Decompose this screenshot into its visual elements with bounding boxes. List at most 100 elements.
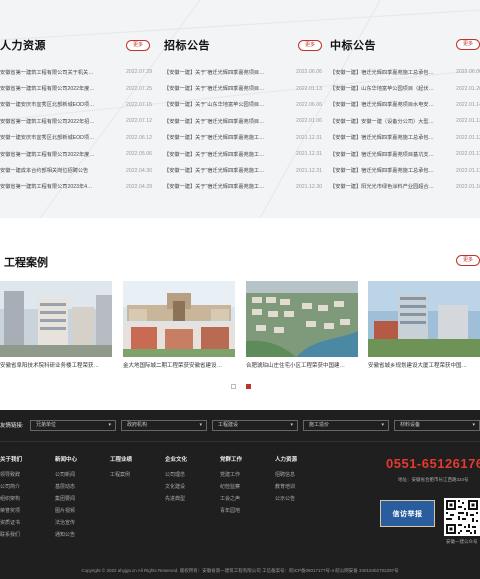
list-item[interactable]: 安徽省第一建筑工程有限公司关于机关… 2022.07.29 <box>0 64 152 80</box>
case-card[interactable]: 安徽省城乡规划建设大厦工程荣获中国… <box>368 281 480 377</box>
footer-link[interactable]: 公司简介 <box>0 483 22 495</box>
news-title: 【安徽一建】宿迁光辉四季嘉苑施工总承包… <box>330 135 434 142</box>
footer-link[interactable]: 通知公告 <box>55 531 77 543</box>
footer-link[interactable]: 图片视频 <box>55 507 77 519</box>
news-title: 安徽省第一建筑工程有限公司2022年招… <box>0 118 95 125</box>
list-item[interactable]: 安徽省第一建筑工程有限公司2023年4… 2022.04.29 <box>0 179 152 195</box>
case-photo[interactable] <box>0 281 112 357</box>
list-item[interactable]: 【安徽一建】关于“宿迁光辉四季嘉苑施工… 2021.12.31 <box>164 162 322 178</box>
pagination-dot-active[interactable] <box>246 384 251 389</box>
footer-column-projects: 工程业绩 工程案例 <box>110 455 132 483</box>
news-date: 2021.12.31 <box>296 134 322 141</box>
list-item[interactable]: 【安徽一建】山东华地富苹公园项目（起伏… 2022.01.26 <box>330 80 480 96</box>
case-caption[interactable]: 安徽省阜阳技术院科研业务楼工程荣获… <box>0 361 116 369</box>
news-date: 2022.07.15 <box>126 101 152 108</box>
list-item[interactable]: 安徽省第一建筑工程有限公司2022年度… 2022.07.25 <box>0 80 152 96</box>
case-caption[interactable]: 安徽省城乡规划建设大厦工程荣获中国… <box>368 361 480 369</box>
more-button[interactable]: 更多 <box>297 39 322 51</box>
footer-link[interactable]: 纪检监察 <box>220 483 242 495</box>
list-item[interactable]: 安徽省第一建筑工程有限公司2022年招… 2022.07.12 <box>0 113 152 129</box>
footer-column-title[interactable]: 关于我们 <box>0 455 22 463</box>
chevron-down-icon: ▾ <box>290 422 293 428</box>
footer-link[interactable]: 公司新闻 <box>55 471 77 483</box>
more-button[interactable]: 更多 <box>125 39 150 51</box>
pagination-dot[interactable] <box>231 384 236 389</box>
case-caption[interactable]: 合肥琥珀山庄住宅小区工程荣获中国建… <box>246 361 362 369</box>
footer-column-title[interactable]: 企业文化 <box>165 455 187 463</box>
news-date: 2022.01.14 <box>456 101 480 108</box>
friend-link-select[interactable]: 政府机构 ▾ <box>121 420 207 431</box>
list-item[interactable]: 【安徽一建】宿迁光辉四季嘉苑项目基坑支… 2022.01.11 <box>330 146 480 162</box>
list-item[interactable]: 【安徽一建】安徽一建（设备分公司）大型… 2022.01.13 <box>330 113 480 129</box>
list-item[interactable]: 安徽一建安庆市宜秀区北部新城EOD项… 2022.06.12 <box>0 130 152 146</box>
friend-link-select[interactable]: 兄弟单位 ▾ <box>30 420 116 431</box>
footer-link[interactable]: 文化建设 <box>165 483 187 495</box>
more-button[interactable]: 更多 <box>456 39 480 50</box>
case-card[interactable]: 合肥琥珀山庄住宅小区工程荣获中国建… <box>246 281 358 377</box>
footer-link[interactable]: 联系我们 <box>0 531 22 543</box>
case-card[interactable]: 金大地国际城二期工程荣获安徽省建设… <box>123 281 235 377</box>
list-item[interactable]: 【安徽一建】宿迁光辉四季嘉苑施工总承包… 2022.06.06 <box>330 64 480 80</box>
footer-link[interactable]: 教育培训 <box>275 483 297 495</box>
friend-links-label: 友情链接: <box>0 423 24 429</box>
case-carousel: 安徽省阜阳技术院科研业务楼工程荣获… 金大地国际城二期工程荣获安徽省建设… 合肥… <box>0 281 480 377</box>
list-item[interactable]: 安徽一建安庆市宜秀区北部新城EOD项… 2022.07.15 <box>0 97 152 113</box>
list-item[interactable]: 【安徽一建】阳光光市绿色涂料产业园超合… 2022.01.10 <box>330 179 480 195</box>
news-date: 2022.01.12 <box>456 134 480 141</box>
list-item[interactable]: 【安徽一建】关于“宿迁光辉四季嘉苑项目… 2022.06.06 <box>164 64 322 80</box>
chevron-down-icon: ▾ <box>199 422 202 428</box>
list-item[interactable]: 【安徽一建】宿迁光辉四季嘉苑施工总承包… 2022.01.12 <box>330 130 480 146</box>
case-photo[interactable] <box>123 281 235 357</box>
footer-link[interactable]: 公司理念 <box>165 471 187 483</box>
friend-link-select[interactable]: 材料设备 ▾ <box>394 420 480 431</box>
footer-link[interactable]: 资质证书 <box>0 519 22 531</box>
case-caption[interactable]: 金大地国际城二期工程荣获安徽省建设… <box>123 361 239 369</box>
site-footer: 友情链接: 兄弟单位 ▾ 政府机构 ▾ 工程建设 ▾ 施工造价 ▾ 材料设备 ▾ 关于我们… <box>0 410 480 579</box>
list-item[interactable]: 【安徽一建】关于“宿迁光辉四季嘉苑施工… 2021.12.31 <box>164 146 322 162</box>
qr-code-icon <box>444 498 480 536</box>
list-item[interactable]: 安徽省第一建筑工程有限公司2022年度… 2022.05.06 <box>0 146 152 162</box>
list-item[interactable]: 【安徽一建】宿迁光辉四季嘉苑施工总承包… 2022.01.11 <box>330 162 480 178</box>
footer-link[interactable]: 青年园地 <box>220 507 242 519</box>
list-item[interactable]: 【安徽一建】关于“宿迁光辉四季嘉苑施工… 2021.12.30 <box>164 179 322 195</box>
list-item[interactable]: 【安徽一建】关于“宿迁光辉四季嘉苑施工… 2021.12.31 <box>164 130 322 146</box>
footer-link[interactable]: 领导致辞 <box>0 471 22 483</box>
footer-link[interactable]: 先进典型 <box>165 495 187 507</box>
case-photo[interactable] <box>368 281 480 357</box>
news-title: 【安徽一建】安徽一建（设备分公司）大型… <box>330 118 434 125</box>
footer-link[interactable]: 工程案例 <box>110 471 132 483</box>
case-card[interactable]: 安徽省阜阳技术院科研业务楼工程荣获… <box>0 281 112 377</box>
footer-column-title[interactable]: 新闻中心 <box>55 455 77 463</box>
news-date: 2022.06.06 <box>296 69 322 76</box>
friend-link-select[interactable]: 工程建设 ▾ <box>212 420 298 431</box>
list-item[interactable]: 【安徽一建】关于“宿迁光辉四季嘉苑项目… 2022.01.06 <box>164 113 322 129</box>
footer-link[interactable]: 公示公告 <box>275 495 297 507</box>
list-item[interactable]: 安徽一建成本合约部相关岗位招聘公告 2022.04.30 <box>0 162 152 178</box>
footer-link[interactable]: 法治宣传 <box>55 519 77 531</box>
news-date: 2021.12.31 <box>296 151 322 158</box>
news-title: 安徽一建安庆市宜秀区北部新城EOD项… <box>0 135 95 142</box>
news-title: 安徽一建安庆市宜秀区北部新城EOD项… <box>0 102 95 109</box>
footer-column-title[interactable]: 人力资源 <box>275 455 297 463</box>
list-item[interactable]: 【安徽一建】关于“山东华地富苹公园项目… 2022.06.06 <box>164 97 322 113</box>
footer-link[interactable]: 工会之声 <box>220 495 242 507</box>
report-banner[interactable]: 信访举报 <box>380 500 435 527</box>
footer-link[interactable]: 招聘信息 <box>275 471 297 483</box>
footer-link[interactable]: 组织架构 <box>0 495 22 507</box>
news-date: 2022.01.10 <box>456 183 480 190</box>
case-photo[interactable] <box>246 281 358 357</box>
news-title: 【安徽一建】山东华地富苹公园项目（起伏… <box>330 86 434 93</box>
news-section: 人力资源 更多 安徽省第一建筑工程有限公司关于机关… 2022.07.29 安徽省… <box>0 0 480 218</box>
cases-header: 工程案例 更多 <box>0 252 480 270</box>
footer-link[interactable]: 集团要闻 <box>55 495 77 507</box>
footer-link[interactable]: 荣誉奖项 <box>0 507 22 519</box>
list-item[interactable]: 【安徽一建】宿迁光辉四季嘉苑项目水电安… 2022.01.14 <box>330 97 480 113</box>
footer-column-title[interactable]: 工程业绩 <box>110 455 132 463</box>
news-title: 安徽省第一建筑工程有限公司2022年度… <box>0 86 95 93</box>
friend-link-select[interactable]: 施工造价 ▾ <box>303 420 389 431</box>
more-button[interactable]: 更多 <box>456 255 480 266</box>
footer-link[interactable]: 基层动态 <box>55 483 77 495</box>
list-item[interactable]: 【安徽一建】关于“宿迁光辉四季嘉苑项目… 2022.01.13 <box>164 80 322 96</box>
footer-column-title[interactable]: 党群工作 <box>220 455 242 463</box>
footer-link[interactable]: 党建工作 <box>220 471 242 483</box>
